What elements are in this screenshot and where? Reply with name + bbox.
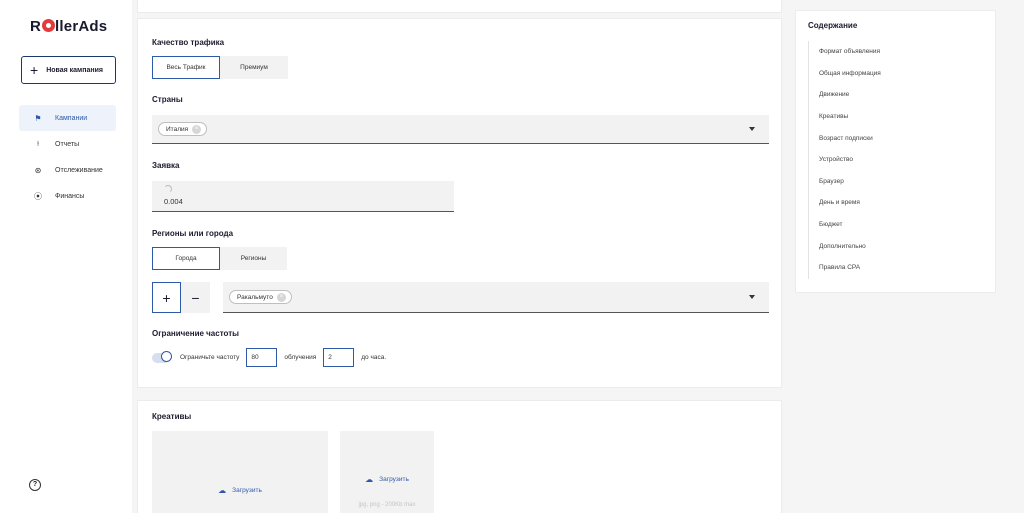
- chip-label: Италия: [166, 125, 189, 133]
- contents-item[interactable]: Возраст подписки: [819, 127, 881, 149]
- finance-icon: ⦿: [34, 191, 42, 201]
- upload-button[interactable]: ☁ Загрузить: [365, 475, 409, 484]
- traffic-option-all[interactable]: Весь Трафик: [152, 56, 220, 79]
- cloud-upload-icon: ☁: [365, 474, 374, 484]
- sidebar-item-finance[interactable]: ⦿ Финансы: [19, 183, 116, 209]
- sidebar-item-label: Отслеживание: [55, 166, 103, 174]
- remove-chip-icon[interactable]: ×: [192, 124, 202, 134]
- contents-item[interactable]: День и время: [819, 192, 881, 214]
- logo-mark: [41, 19, 55, 32]
- sidebar-item-label: Отчеты: [55, 140, 80, 148]
- bid-input[interactable]: 0.004: [152, 181, 454, 212]
- bid-title: Заявка: [152, 161, 180, 170]
- regions-option-cities[interactable]: Города: [152, 247, 220, 270]
- frequency-count-input[interactable]: 80: [246, 348, 278, 367]
- remove-chip-icon[interactable]: ×: [276, 292, 286, 302]
- contents-title: Содержание: [808, 21, 858, 30]
- contents-list: Формат объявления Общая информация Движе…: [808, 41, 881, 279]
- include-button[interactable]: +: [152, 282, 181, 313]
- upload-label: Загрузить: [379, 475, 409, 483]
- regions-option-regions[interactable]: Регионы: [220, 247, 287, 270]
- frequency-toggle[interactable]: [152, 350, 172, 363]
- frequency-hours-input[interactable]: 2: [323, 348, 355, 367]
- contents-item[interactable]: Креативы: [819, 106, 881, 128]
- contents-panel: Содержание Формат объявления Общая инфор…: [795, 10, 996, 293]
- sidebar: RllerAds + Новая кампания ⚑ Кампании ⫮ О…: [0, 0, 132, 513]
- contents-item[interactable]: Бюджет: [819, 214, 881, 236]
- upload-button[interactable]: ☁ Загрузить: [218, 486, 262, 495]
- upload-hint: jpg, png - 200Kb max: [358, 501, 416, 508]
- flag-icon: ⚑: [34, 113, 42, 123]
- help-icon[interactable]: ?: [29, 479, 41, 491]
- previous-section-card: [137, 0, 782, 13]
- logo-text: llerAds: [55, 18, 108, 35]
- loading-icon: [164, 185, 172, 193]
- contents-item[interactable]: Движение: [819, 84, 881, 106]
- countries-title: Страны: [152, 95, 183, 104]
- bid-value: 0.004: [164, 197, 183, 206]
- frequency-mid-label: облучения: [284, 354, 317, 361]
- sidebar-nav: ⚑ Кампании ⫮ Отчеты ⊛ Отслеживание ⦿ Фин…: [19, 105, 116, 209]
- country-chip: Италия ×: [158, 122, 208, 136]
- frequency-title: Ограничение частоты: [152, 329, 239, 338]
- contents-item[interactable]: Общая информация: [819, 63, 881, 85]
- traffic-quality-toggle: Весь Трафик Премиум: [152, 56, 288, 79]
- exclude-button[interactable]: −: [181, 282, 210, 313]
- contents-item[interactable]: Правила CPA: [819, 257, 881, 279]
- upload-tile-main[interactable]: ☁ Загрузить: [152, 431, 328, 513]
- creatives-title: Креативы: [152, 412, 192, 421]
- new-campaign-label: Новая кампания: [46, 66, 103, 74]
- cities-select[interactable]: Ракальмуто ×: [223, 282, 769, 313]
- contents-item[interactable]: Дополнительно: [819, 235, 881, 257]
- regions-title: Регионы или города: [152, 229, 234, 238]
- upload-label: Загрузить: [232, 486, 262, 494]
- sidebar-item-label: Финансы: [55, 192, 85, 200]
- frequency-label: Ограничьте частоту: [180, 354, 240, 361]
- cloud-upload-icon: ☁: [218, 485, 227, 495]
- tracking-icon: ⊛: [34, 165, 42, 175]
- sidebar-item-label: Кампании: [55, 114, 88, 122]
- chip-label: Ракальмуто: [237, 293, 273, 301]
- countries-select[interactable]: Италия ×: [152, 115, 769, 144]
- chart-icon: ⫮: [36, 139, 40, 148]
- sidebar-item-tracking[interactable]: ⊛ Отслеживание: [19, 157, 116, 183]
- chevron-down-icon: [749, 127, 755, 131]
- logo-text-prefix: R: [30, 18, 42, 35]
- creatives-section: Креативы ☁ Загрузить ☁ Загрузить jpg, pn…: [137, 400, 782, 513]
- frequency-row: Ограничьте частоту 80 облучения 2 до час…: [152, 348, 386, 367]
- targeting-section: Качество трафика Весь Трафик Премиум Стр…: [137, 18, 782, 388]
- new-campaign-button[interactable]: + Новая кампания: [21, 56, 116, 84]
- traffic-option-premium[interactable]: Премиум: [220, 56, 288, 79]
- contents-item[interactable]: Браузер: [819, 171, 881, 193]
- contents-item[interactable]: Устройство: [819, 149, 881, 171]
- frequency-suffix-label: до часа.: [361, 354, 387, 361]
- sidebar-item-campaigns[interactable]: ⚑ Кампании: [19, 105, 116, 131]
- chevron-down-icon: [749, 295, 755, 299]
- contents-item[interactable]: Формат объявления: [819, 41, 881, 63]
- traffic-quality-title: Качество трафика: [152, 38, 225, 47]
- logo[interactable]: RllerAds: [30, 18, 107, 35]
- sidebar-item-reports[interactable]: ⫮ Отчеты: [19, 131, 116, 157]
- regions-type-toggle: Города Регионы: [152, 247, 287, 270]
- city-chip: Ракальмуто ×: [229, 290, 292, 304]
- upload-tile-icon[interactable]: ☁ Загрузить jpg, png - 200Kb max: [340, 431, 434, 513]
- plus-icon: +: [30, 62, 39, 78]
